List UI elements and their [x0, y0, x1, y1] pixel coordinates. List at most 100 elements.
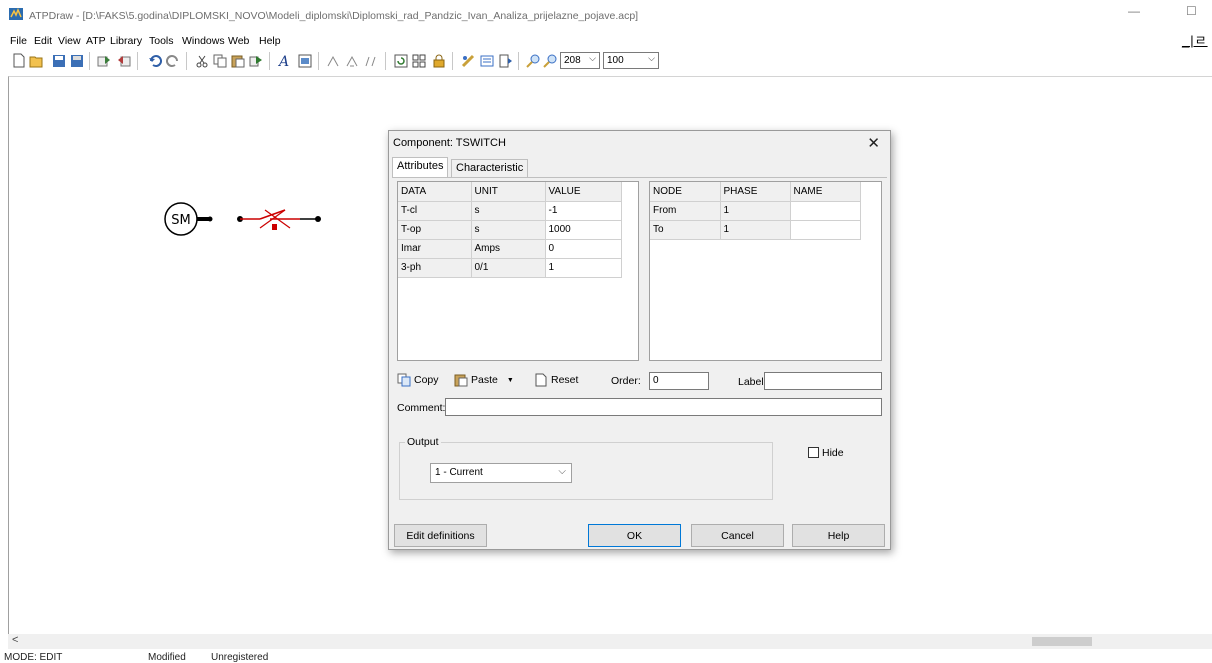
- table-row[interactable]: From 1: [650, 201, 861, 221]
- maximize-button[interactable]: ☐: [1186, 4, 1202, 20]
- undo-icon[interactable]: [146, 52, 164, 69]
- order-field[interactable]: 0: [649, 372, 709, 390]
- zoom-in-icon[interactable]: [524, 52, 542, 69]
- table-row[interactable]: T-cl s -1: [398, 201, 622, 221]
- value-cell[interactable]: 1: [545, 258, 622, 278]
- hide-label: Hide: [822, 447, 844, 459]
- svg-text:A: A: [277, 54, 289, 68]
- import-icon[interactable]: [95, 52, 113, 69]
- comment-field[interactable]: [445, 398, 882, 416]
- menu-tools[interactable]: Tools: [149, 32, 174, 47]
- edit-definitions-button[interactable]: Edit definitions: [394, 524, 487, 547]
- name-cell[interactable]: [790, 201, 861, 221]
- status-modified: Modified: [148, 652, 186, 663]
- value-cell[interactable]: -1: [545, 201, 622, 221]
- rotate-icon[interactable]: [325, 52, 343, 69]
- menu-web[interactable]: Web: [228, 32, 249, 47]
- table-row[interactable]: T-op s 1000: [398, 220, 622, 240]
- copy-icon: [397, 373, 411, 387]
- chevron-down-icon: ⌵: [589, 53, 596, 63]
- minimize-button[interactable]: —: [1128, 4, 1144, 20]
- help-button[interactable]: Help: [792, 524, 885, 547]
- open-icon[interactable]: [28, 52, 46, 69]
- grid-combo[interactable]: 100 ⌵: [603, 52, 659, 69]
- reset-button[interactable]: Reset: [534, 373, 578, 387]
- name-cell[interactable]: [790, 220, 861, 240]
- scroll-left-icon[interactable]: <: [12, 634, 18, 646]
- menu-library[interactable]: Library: [110, 32, 142, 47]
- unit-cell: s: [471, 201, 546, 221]
- value-cell[interactable]: 1000: [545, 220, 622, 240]
- table-row[interactable]: 3-ph 0/1 1: [398, 258, 622, 278]
- save-icon[interactable]: [50, 52, 68, 69]
- image-icon[interactable]: [296, 52, 314, 69]
- toolbar-separator: [89, 52, 90, 70]
- paste-icon[interactable]: [229, 52, 247, 69]
- label-label: Label:: [738, 376, 767, 388]
- menu-help[interactable]: Help: [259, 32, 281, 47]
- reset-icon: [535, 373, 547, 387]
- menu-view[interactable]: View: [58, 32, 81, 47]
- duplicate-icon[interactable]: [247, 52, 265, 69]
- flip-h-icon[interactable]: [344, 52, 362, 69]
- toolbar-separator: [186, 52, 187, 70]
- connection-wire: [197, 217, 209, 221]
- cut-icon[interactable]: [193, 52, 211, 69]
- edit-icon[interactable]: [478, 52, 496, 69]
- redo-icon[interactable]: [164, 52, 182, 69]
- zoom-combo[interactable]: 208 ⌵: [560, 52, 600, 69]
- column-header: UNIT: [471, 182, 546, 202]
- close-icon[interactable]: ✕: [867, 134, 880, 152]
- menu-edit[interactable]: Edit: [34, 32, 52, 47]
- output-selected: 1 - Current: [435, 467, 483, 478]
- tswitch-component[interactable]: [240, 209, 318, 230]
- table-row[interactable]: To 1: [650, 220, 861, 240]
- column-header: DATA: [398, 182, 472, 202]
- lock-icon[interactable]: [430, 52, 448, 69]
- cancel-button[interactable]: Cancel: [691, 524, 784, 547]
- hide-checkbox[interactable]: [808, 447, 819, 458]
- refresh-icon[interactable]: [392, 52, 410, 69]
- node-dot: [315, 216, 321, 222]
- column-header: PHASE: [720, 182, 791, 202]
- schematic-circuit[interactable]: SM: [160, 190, 340, 250]
- menu-file[interactable]: File: [10, 32, 27, 47]
- select-all-icon[interactable]: [410, 52, 428, 69]
- data-cell: 3-ph: [398, 258, 472, 278]
- new-icon[interactable]: [10, 52, 28, 69]
- value-cell[interactable]: 0: [545, 239, 622, 259]
- export-icon[interactable]: [115, 52, 133, 69]
- tab-characteristic[interactable]: Characteristic: [451, 159, 529, 177]
- tab-attributes[interactable]: Attributes: [392, 157, 449, 178]
- grid-value: 100: [607, 55, 624, 66]
- data-cell: T-cl: [398, 201, 472, 221]
- chevron-down-icon: ⌵: [648, 53, 655, 63]
- attributes-grid[interactable]: DATA UNIT VALUE T-cl s -1 T-op s 1000 Im…: [397, 181, 639, 361]
- ok-button[interactable]: OK: [588, 524, 681, 547]
- mdi-window-controls[interactable]: _|ㄹ: [1182, 30, 1208, 49]
- node-cell: From: [650, 201, 721, 221]
- copy-button[interactable]: Copy: [397, 373, 439, 387]
- label-field[interactable]: [764, 372, 882, 390]
- zoom-out-icon[interactable]: [541, 52, 559, 69]
- output-select[interactable]: 1 - Current ⌵: [430, 463, 572, 483]
- menu-atp[interactable]: ATP: [86, 32, 106, 47]
- sm-source[interactable]: SM: [164, 202, 198, 236]
- node-dot: [207, 216, 213, 222]
- save-all-icon[interactable]: [68, 52, 86, 69]
- atpdraw-app-icon: [9, 8, 23, 20]
- unit-cell: Amps: [471, 239, 546, 259]
- nodes-grid[interactable]: NODE PHASE NAME From 1 To 1: [649, 181, 882, 361]
- chevron-down-icon[interactable]: ▼: [507, 377, 514, 384]
- column-header: VALUE: [545, 182, 622, 202]
- output-icon[interactable]: [497, 52, 515, 69]
- scrollbar-thumb[interactable]: [1032, 637, 1092, 646]
- sm-source-label: SM: [171, 213, 190, 228]
- table-row[interactable]: Imar Amps 0: [398, 239, 622, 259]
- paste-button[interactable]: Paste ▼: [454, 373, 514, 387]
- flip-v-icon[interactable]: [363, 52, 381, 69]
- text-icon[interactable]: A: [276, 52, 294, 69]
- run-icon[interactable]: [459, 52, 477, 69]
- copy-icon[interactable]: [211, 52, 229, 69]
- menu-windows[interactable]: Windows: [182, 32, 225, 47]
